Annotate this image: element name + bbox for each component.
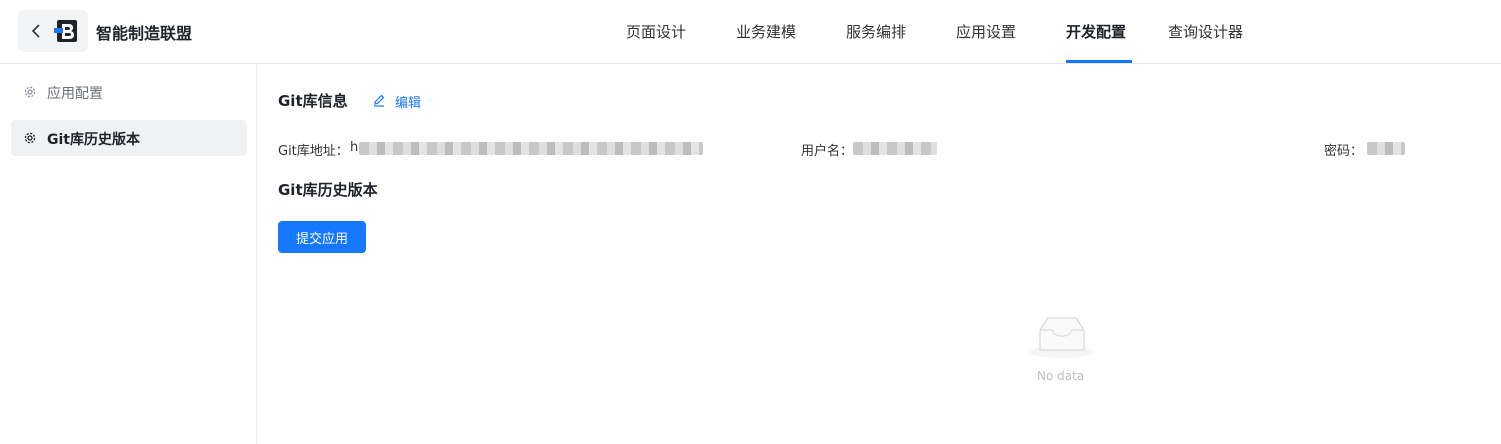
chevron-left-icon <box>31 24 40 38</box>
tab-business-modeling[interactable]: 业务建模 <box>736 21 796 42</box>
password-value-redacted <box>1367 142 1405 155</box>
edit-icon <box>374 94 385 107</box>
back-button[interactable] <box>18 10 88 52</box>
sidebar-item-label: 应用配置 <box>47 86 103 102</box>
username-label: 用户名： <box>801 144 854 159</box>
gear-icon <box>24 86 36 98</box>
sidebar-item-git-history[interactable]: Git库历史版本 <box>11 120 247 156</box>
username-value-redacted <box>853 142 937 155</box>
git-history-title: Git库历史版本 <box>278 181 378 199</box>
edit-label: 编辑 <box>395 96 422 111</box>
tab-app-settings[interactable]: 应用设置 <box>956 21 1016 42</box>
app-title: 智能制造联盟 <box>96 24 193 43</box>
top-header: 智能制造联盟 页面设计 业务建模 服务编排 应用设置 开发配置 查询设计器 <box>0 0 1501 64</box>
sidebar: 应用配置 Git库历史版本 <box>0 64 257 444</box>
sidebar-item-label: Git库历史版本 <box>47 132 140 148</box>
tab-page-design[interactable]: 页面设计 <box>626 21 686 42</box>
app-logo <box>54 20 77 42</box>
tab-query-designer[interactable]: 查询设计器 <box>1168 21 1243 42</box>
tab-dev-config[interactable]: 开发配置 <box>1066 21 1126 42</box>
empty-inbox-icon <box>1030 317 1094 358</box>
submit-app-button[interactable]: 提交应用 <box>278 221 366 253</box>
git-address-label: Git库地址： <box>278 144 349 159</box>
git-address-value-redacted <box>359 142 703 155</box>
active-tab-indicator <box>1066 60 1132 63</box>
git-info-title: Git库信息 <box>278 92 348 110</box>
password-label: 密码： <box>1324 144 1364 159</box>
gear-icon <box>24 132 36 144</box>
sidebar-item-app-config[interactable]: 应用配置 <box>11 74 247 110</box>
empty-state-text: No data <box>1037 369 1085 383</box>
git-address-prefix: h <box>350 140 359 155</box>
tab-service-orchestration[interactable]: 服务编排 <box>846 21 906 42</box>
